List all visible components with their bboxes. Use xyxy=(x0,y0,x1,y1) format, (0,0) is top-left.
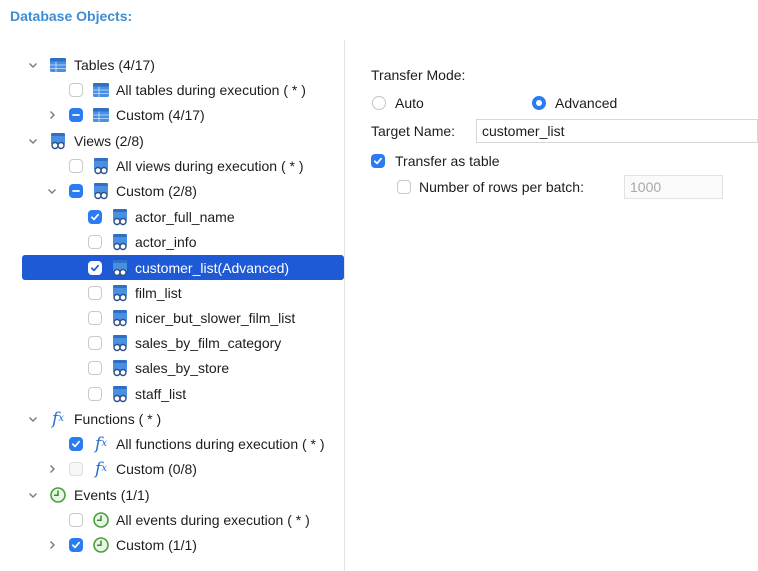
advanced-radio[interactable] xyxy=(532,96,546,110)
chevron-down-icon[interactable] xyxy=(26,58,40,72)
tree-item-view-selected[interactable]: customer_list(Advanced) xyxy=(22,255,344,280)
view-icon xyxy=(111,359,129,377)
tree-item-label: Tables (4/17) xyxy=(74,56,155,73)
tree-item-label: All events during execution ( * ) xyxy=(116,511,310,528)
clock-icon xyxy=(49,486,67,504)
view-checkbox[interactable] xyxy=(88,360,102,375)
view-icon xyxy=(111,284,129,302)
events-custom-checkbox[interactable] xyxy=(69,537,83,552)
panel-divider[interactable] xyxy=(344,40,345,571)
chevron-down-icon[interactable] xyxy=(26,488,40,502)
table-icon xyxy=(49,56,67,74)
function-icon: fx xyxy=(95,433,107,454)
tree-item-label: staff_list xyxy=(135,385,187,402)
tree-item-label: All tables during execution ( * ) xyxy=(116,81,306,98)
tree-item-view[interactable]: actor_full_name xyxy=(0,204,344,229)
tree-item-label: actor_full_name xyxy=(135,208,235,225)
function-icon: fx xyxy=(52,408,64,429)
tree-item-label: Functions ( * ) xyxy=(74,410,162,427)
all-functions-checkbox[interactable] xyxy=(69,436,83,451)
tree-item-view[interactable]: sales_by_store xyxy=(0,355,344,380)
tree-item-label: Events (1/1) xyxy=(74,486,150,503)
rows-per-batch-input[interactable]: 1000 xyxy=(624,175,723,199)
all-views-checkbox[interactable] xyxy=(69,158,83,173)
tree-item-label: nicer_but_slower_film_list xyxy=(135,309,296,326)
view-checkbox[interactable] xyxy=(88,386,102,401)
view-icon xyxy=(111,259,129,277)
tree-item-views[interactable]: Views (2/8) xyxy=(0,128,344,153)
view-icon xyxy=(111,385,129,403)
tree-item-view[interactable]: film_list xyxy=(0,280,344,305)
tree-item-label: Views (2/8) xyxy=(74,132,144,149)
tree-item-functions[interactable]: fx Functions ( * ) xyxy=(0,406,344,431)
tree-item-all-events[interactable]: All events during execution ( * ) xyxy=(0,507,344,532)
rows-per-batch-label[interactable]: Number of rows per batch: xyxy=(419,179,584,195)
view-icon xyxy=(111,233,129,251)
all-events-checkbox[interactable] xyxy=(69,512,83,527)
tables-custom-checkbox[interactable] xyxy=(69,107,83,122)
tree-item-label: actor_info xyxy=(135,233,197,250)
function-icon: fx xyxy=(95,458,107,479)
tree-item-tables-custom[interactable]: Custom (4/17) xyxy=(0,102,344,127)
view-checkbox[interactable] xyxy=(88,209,102,224)
view-icon xyxy=(49,132,67,150)
tree-item-tables[interactable]: Tables (4/17) xyxy=(0,52,344,77)
tree-item-view[interactable]: nicer_but_slower_film_list xyxy=(0,305,344,330)
transfer-mode-label: Transfer Mode: xyxy=(371,67,466,83)
tree-item-label: customer_list(Advanced) xyxy=(135,259,290,276)
table-icon xyxy=(92,81,110,99)
tree-item-events-custom[interactable]: Custom (1/1) xyxy=(0,532,344,557)
view-checkbox[interactable] xyxy=(88,260,102,275)
tree-item-all-functions[interactable]: fx All functions during execution ( * ) xyxy=(0,431,344,456)
tree-item-label: film_list xyxy=(135,284,182,301)
transfer-as-table-checkbox[interactable] xyxy=(371,154,385,168)
tree-item-view[interactable]: sales_by_film_category xyxy=(0,330,344,355)
all-tables-checkbox[interactable] xyxy=(69,82,83,97)
chevron-down-icon[interactable] xyxy=(45,184,59,198)
tree-item-functions-custom[interactable]: fx Custom (0/8) xyxy=(0,456,344,481)
database-objects-title: Database Objects: xyxy=(10,8,133,24)
view-checkbox[interactable] xyxy=(88,310,102,325)
views-custom-checkbox[interactable] xyxy=(69,183,83,198)
target-name-label: Target Name: xyxy=(371,123,456,139)
tree-item-label: sales_by_film_category xyxy=(135,334,282,351)
tree-item-view[interactable]: actor_info xyxy=(0,229,344,254)
tree-item-label: Custom (4/17) xyxy=(116,106,205,123)
chevron-right-icon[interactable] xyxy=(45,462,59,476)
view-checkbox[interactable] xyxy=(88,234,102,249)
tree-item-view[interactable]: staff_list xyxy=(0,381,344,406)
chevron-down-icon[interactable] xyxy=(26,134,40,148)
view-icon xyxy=(92,182,110,200)
rows-per-batch-checkbox[interactable] xyxy=(397,180,411,194)
view-checkbox[interactable] xyxy=(88,335,102,350)
view-icon xyxy=(111,309,129,327)
target-name-input[interactable]: customer_list xyxy=(476,119,758,143)
tree-item-label: Custom (1/1) xyxy=(116,536,197,553)
view-icon xyxy=(111,208,129,226)
chevron-right-icon[interactable] xyxy=(45,538,59,552)
table-icon xyxy=(92,106,110,124)
auto-radio[interactable] xyxy=(372,96,386,110)
view-icon xyxy=(92,157,110,175)
tree-item-label: Custom (0/8) xyxy=(116,460,197,477)
functions-custom-checkbox[interactable] xyxy=(69,461,83,476)
tree-item-all-views[interactable]: All views during execution ( * ) xyxy=(0,153,344,178)
tree-item-label: sales_by_store xyxy=(135,359,230,376)
view-checkbox[interactable] xyxy=(88,285,102,300)
advanced-radio-label[interactable]: Advanced xyxy=(555,95,617,111)
clock-icon xyxy=(92,511,110,529)
view-icon xyxy=(111,334,129,352)
transfer-as-table-label[interactable]: Transfer as table xyxy=(395,153,500,169)
tree-item-all-tables[interactable]: All tables during execution ( * ) xyxy=(0,77,344,102)
tree-item-views-custom[interactable]: Custom (2/8) xyxy=(0,178,344,203)
auto-radio-label[interactable]: Auto xyxy=(395,95,424,111)
clock-icon xyxy=(92,536,110,554)
chevron-right-icon[interactable] xyxy=(45,108,59,122)
tree-item-label: All functions during execution ( * ) xyxy=(116,435,325,452)
chevron-down-icon[interactable] xyxy=(26,412,40,426)
tree-item-label: All views during execution ( * ) xyxy=(116,157,304,174)
tree-item-events[interactable]: Events (1/1) xyxy=(0,482,344,507)
tree-item-label: Custom (2/8) xyxy=(116,182,197,199)
